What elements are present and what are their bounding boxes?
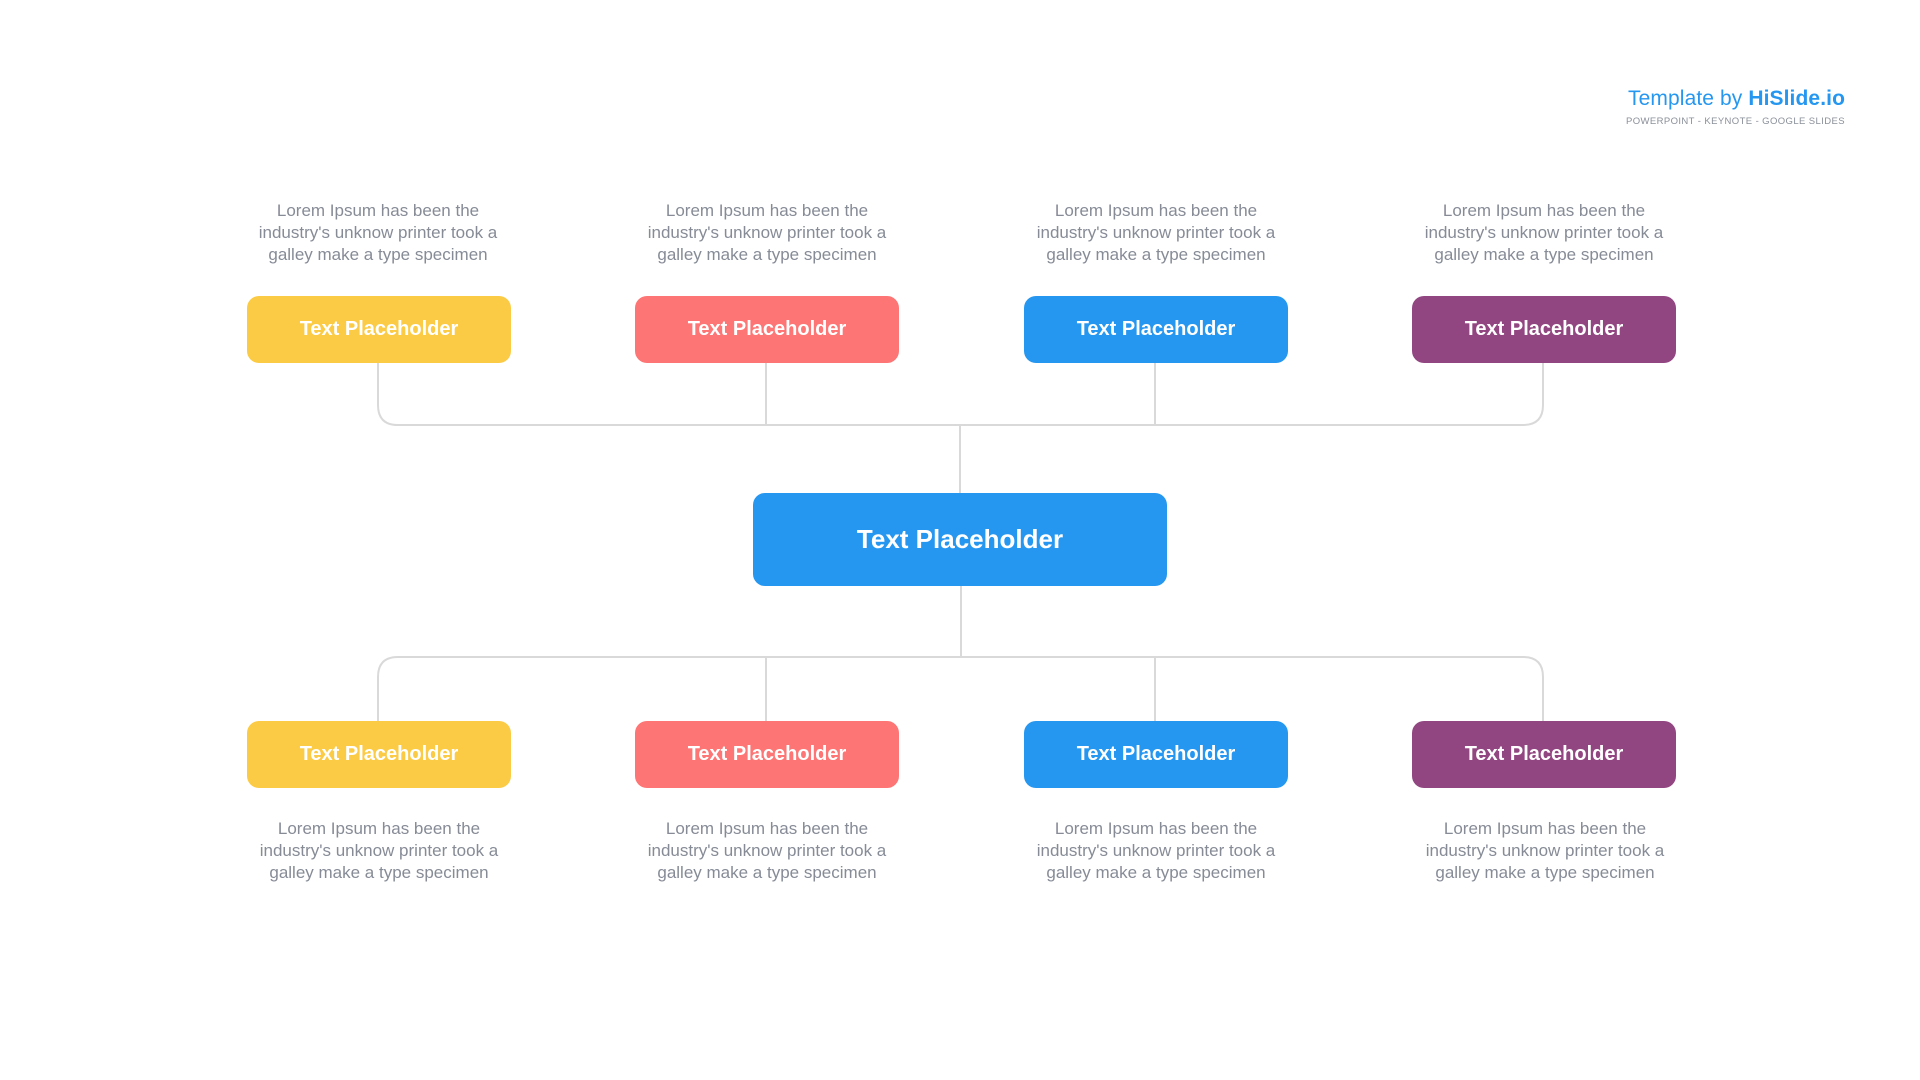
description-line: Lorem Ipsum has been the: [1443, 819, 1647, 838]
description-line: galley make a type specimen: [1435, 863, 1655, 882]
description-line: industry's unknow printer took a: [1036, 223, 1276, 242]
connector-top-bus: [377, 362, 1544, 426]
top-node-4[interactable]: Text Placeholder: [1412, 296, 1676, 363]
description-line: galley make a type specimen: [1046, 245, 1266, 264]
top-description-2: Lorem Ipsum has been the industry's unkn…: [617, 200, 917, 266]
connector-bottom-bus: [377, 656, 1544, 721]
description-line: galley make a type specimen: [268, 245, 488, 264]
description-line: Lorem Ipsum has been the: [276, 201, 480, 220]
description-line: industry's unknow printer took a: [1425, 841, 1665, 860]
bottom-description-1: Lorem Ipsum has been the industry's unkn…: [229, 818, 529, 884]
description-line: industry's unknow printer took a: [258, 223, 498, 242]
description-line: Lorem Ipsum has been the: [1442, 201, 1646, 220]
top-node-1[interactable]: Text Placeholder: [247, 296, 511, 363]
description-line: galley make a type specimen: [657, 863, 877, 882]
center-node[interactable]: Text Placeholder: [753, 493, 1167, 586]
top-node-3[interactable]: Text Placeholder: [1024, 296, 1288, 363]
bottom-description-2: Lorem Ipsum has been the industry's unkn…: [617, 818, 917, 884]
description-line: galley make a type specimen: [1046, 863, 1266, 882]
description-line: industry's unknow printer took a: [647, 841, 887, 860]
description-line: galley make a type specimen: [657, 245, 877, 264]
bottom-node-4[interactable]: Text Placeholder: [1412, 721, 1676, 788]
description-line: Lorem Ipsum has been the: [277, 819, 481, 838]
description-line: Lorem Ipsum has been the: [1054, 201, 1258, 220]
description-line: Lorem Ipsum has been the: [665, 201, 869, 220]
bottom-node-1[interactable]: Text Placeholder: [247, 721, 511, 788]
bottom-node-3[interactable]: Text Placeholder: [1024, 721, 1288, 788]
description-line: industry's unknow printer took a: [1036, 841, 1276, 860]
description-line: Lorem Ipsum has been the: [1054, 819, 1258, 838]
description-line: industry's unknow printer took a: [1424, 223, 1664, 242]
description-line: galley make a type specimen: [1434, 245, 1654, 264]
description-line: industry's unknow printer took a: [647, 223, 887, 242]
description-line: Lorem Ipsum has been the: [665, 819, 869, 838]
description-line: galley make a type specimen: [269, 863, 489, 882]
bottom-node-2[interactable]: Text Placeholder: [635, 721, 899, 788]
top-description-3: Lorem Ipsum has been the industry's unkn…: [1006, 200, 1306, 266]
top-description-4: Lorem Ipsum has been the industry's unkn…: [1394, 200, 1694, 266]
description-line: industry's unknow printer took a: [259, 841, 499, 860]
top-node-2[interactable]: Text Placeholder: [635, 296, 899, 363]
top-description-1: Lorem Ipsum has been the industry's unkn…: [228, 200, 528, 266]
bottom-description-4: Lorem Ipsum has been the industry's unkn…: [1395, 818, 1695, 884]
bottom-description-3: Lorem Ipsum has been the industry's unkn…: [1006, 818, 1306, 884]
